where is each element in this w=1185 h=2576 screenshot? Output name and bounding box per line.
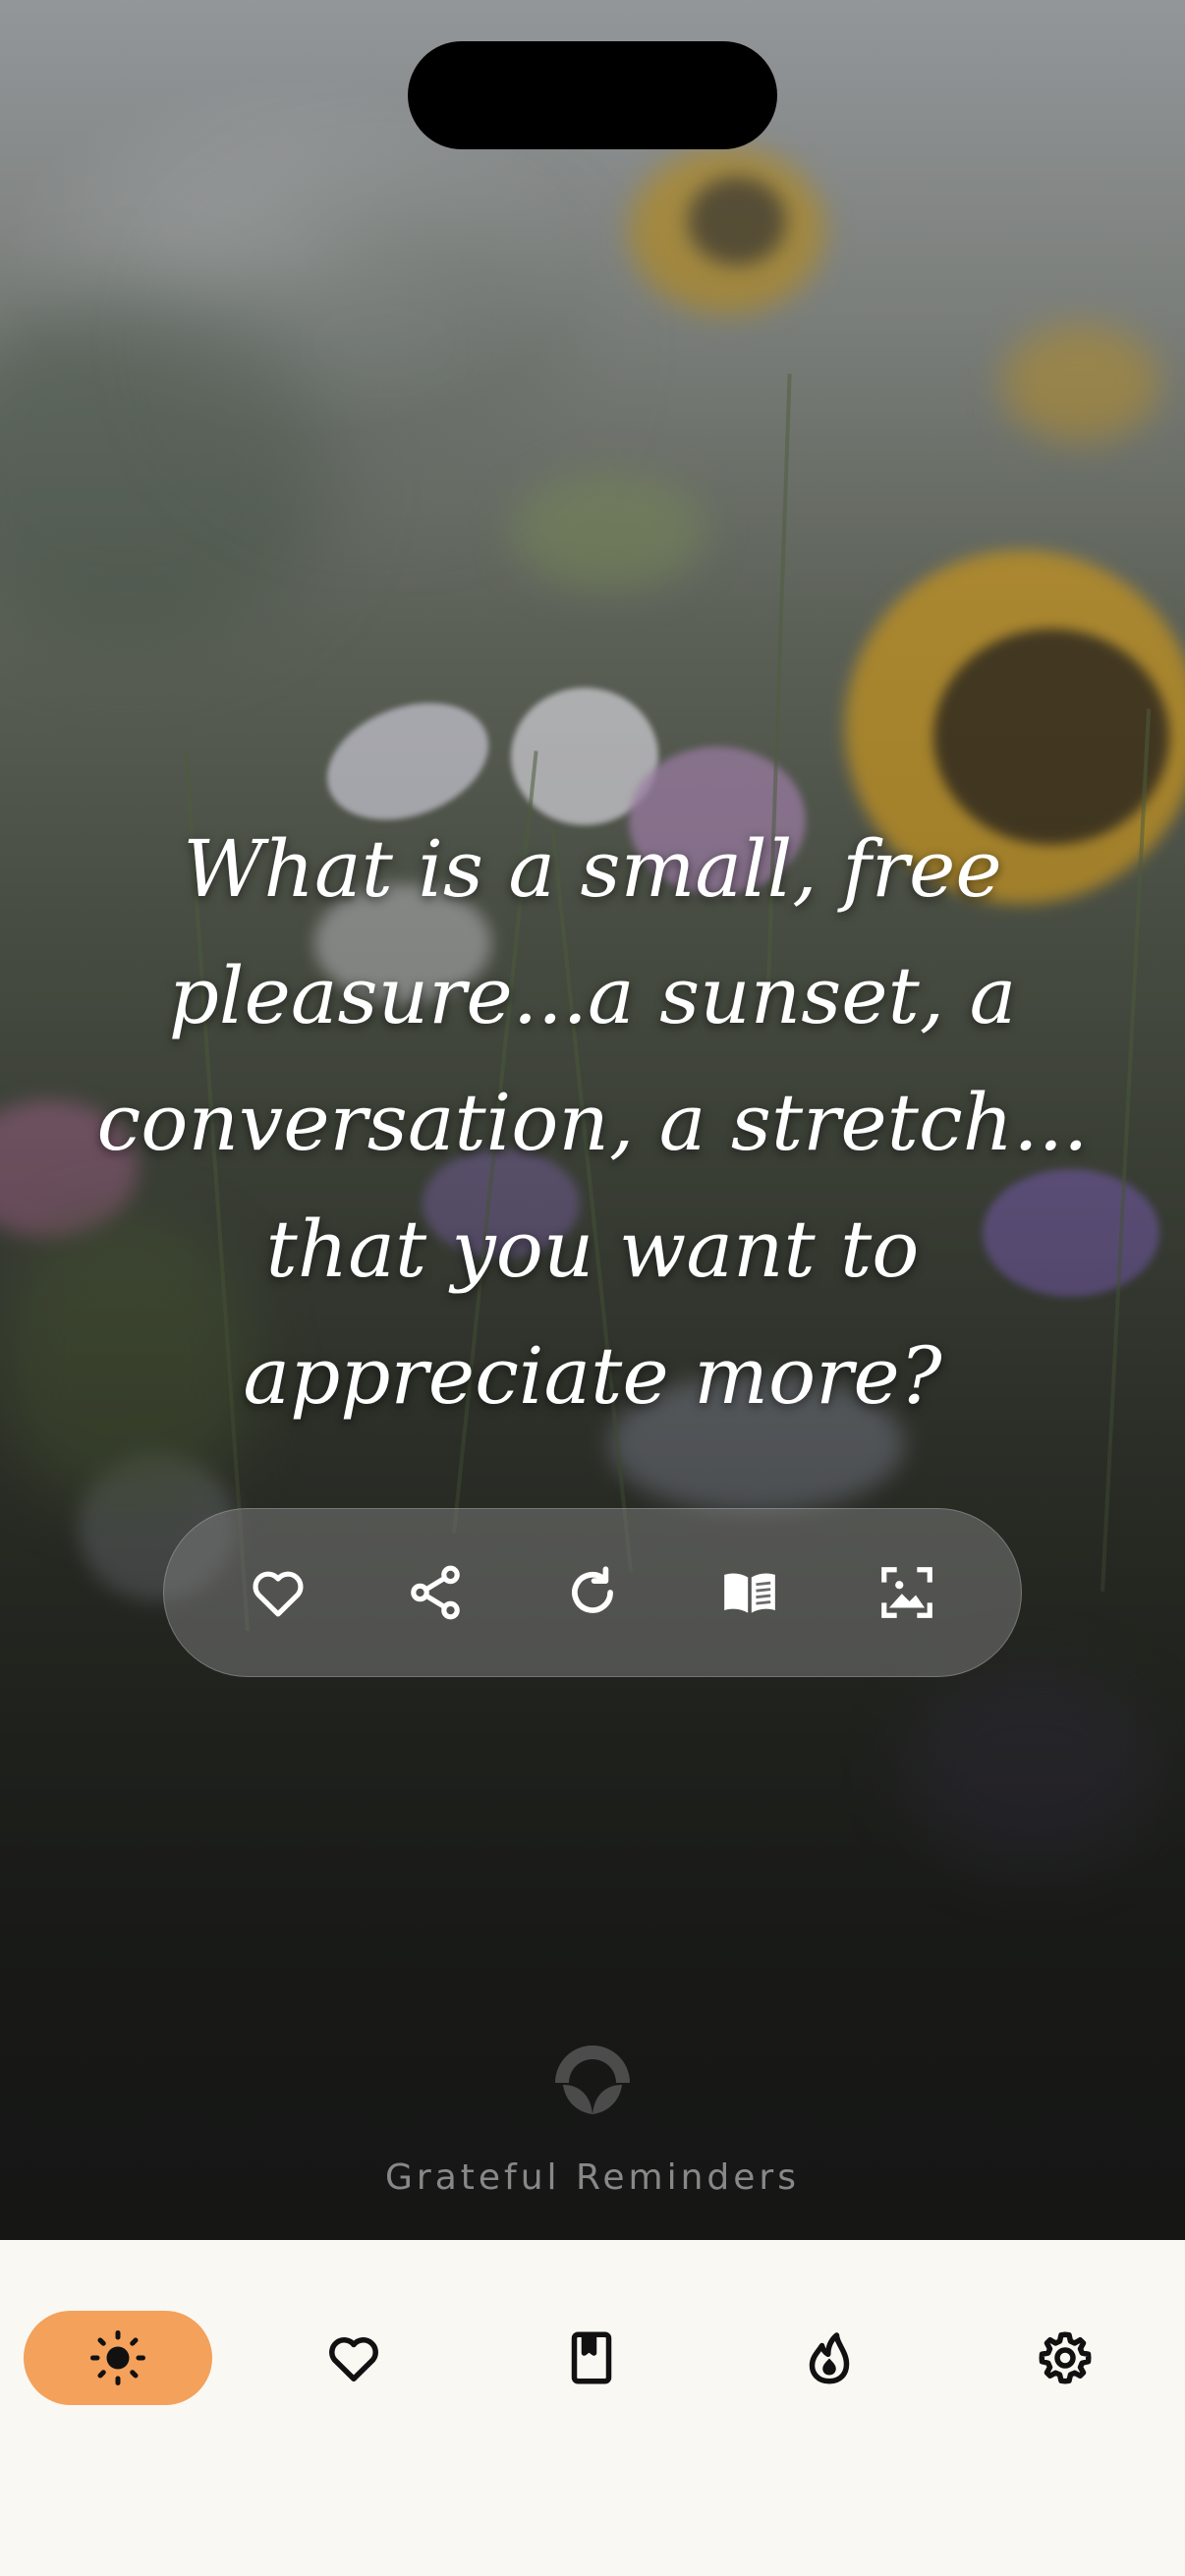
image-frame-icon [881,1567,932,1618]
refresh-icon [572,1566,613,1613]
gratitude-prompt: What is a small, free pleasure...a sunse… [59,806,1126,1439]
bookmark-book-icon [571,2331,612,2384]
tab-settings[interactable] [1018,2311,1112,2405]
prompt-line: appreciate more? [243,1330,942,1422]
favorite-button[interactable] [246,1560,310,1625]
heart-icon [253,1571,304,1617]
share-button[interactable] [403,1560,468,1625]
share-icon [411,1565,460,1620]
dynamic-island [408,41,777,149]
action-bar [163,1508,1022,1677]
tab-streak[interactable] [782,2311,876,2405]
prompt-line: conversation, a stretch... [96,1077,1089,1168]
refresh-button[interactable] [560,1560,625,1625]
prompt-line: What is a small, free [183,823,1002,915]
flame-icon [809,2332,850,2384]
gear-icon [1039,2331,1092,2384]
prompt-line: pleasure...a sunset, a [168,950,1017,1041]
sprout-logo-icon [555,2045,630,2114]
heart-icon [329,2337,378,2381]
tab-journal[interactable] [544,2311,639,2405]
book-open-icon [724,1573,775,1613]
tab-favorites[interactable] [307,2311,401,2405]
tab-bar [0,2240,1185,2576]
tab-today[interactable] [24,2311,212,2405]
change-background-button[interactable] [875,1560,939,1625]
sun-icon [89,2329,146,2386]
prompt-line: that you want to [265,1204,920,1295]
journal-button[interactable] [717,1560,782,1625]
app-name: Grateful Reminders [385,2157,800,2198]
